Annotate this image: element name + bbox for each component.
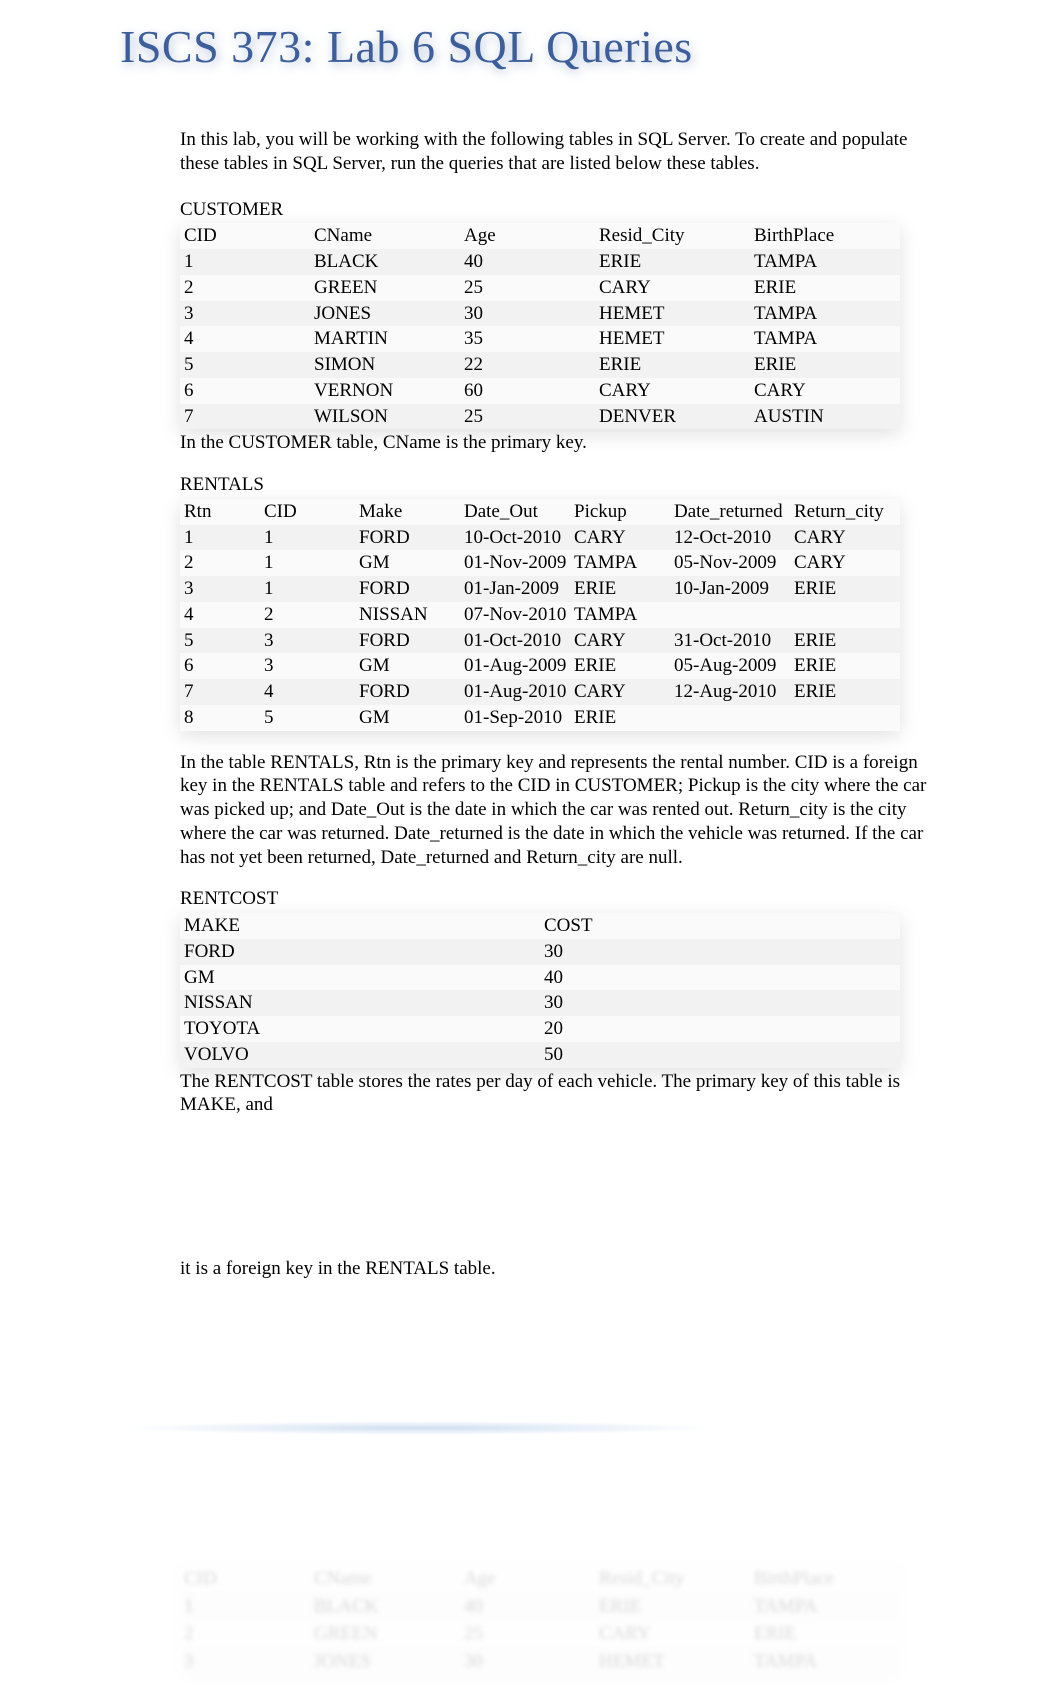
table-row: 2GREEN25CARYERIE	[180, 275, 900, 301]
table-row: FORD30	[180, 939, 900, 965]
table-row: 3JONES30HEMETTAMPA	[180, 1648, 900, 1676]
table-row: 2GREEN25CARYERIE	[180, 1620, 900, 1648]
rentals-note: In the table RENTALS, Rtn is the primary…	[180, 751, 942, 870]
table-row: GM40	[180, 965, 900, 991]
ghost-section: CID CName Age Resid_City BirthPlace 1BLA…	[180, 1565, 942, 1676]
document-page: ISCS 373: Lab 6 SQL Queries In this lab,…	[0, 0, 1062, 1676]
table-row: 53FORD01-Oct-2010CARY31-Oct-2010ERIE	[180, 628, 900, 654]
table-row: 21GM01-Nov-2009TAMPA05-Nov-2009CARY	[180, 550, 900, 576]
col-header: MAKE	[180, 913, 540, 939]
table-header-row: MAKE COST	[180, 913, 900, 939]
table-header-row: Rtn CID Make Date_Out Pickup Date_return…	[180, 499, 900, 525]
col-header: BirthPlace	[750, 1565, 900, 1593]
table-row: 1BLACK40ERIETAMPA	[180, 1593, 900, 1621]
table-row: 63GM01-Aug-2009ERIE05-Aug-2009ERIE	[180, 653, 900, 679]
section-divider-shadow	[120, 1421, 720, 1435]
intro-paragraph: In this lab, you will be working with th…	[180, 128, 942, 176]
col-header: Resid_City	[595, 1565, 750, 1593]
rentals-table: Rtn CID Make Date_Out Pickup Date_return…	[180, 499, 900, 731]
col-header: BirthPlace	[750, 223, 900, 249]
table-row: 1BLACK40ERIETAMPA	[180, 249, 900, 275]
table-row: 5SIMON22ERIEERIE	[180, 352, 900, 378]
document-body: In this lab, you will be working with th…	[180, 128, 942, 1281]
customer-note: In the CUSTOMER table, CName is the prim…	[180, 431, 942, 455]
rentals-label: RENTALS	[180, 473, 942, 497]
rentcost-label: RENTCOST	[180, 887, 942, 911]
table-header-row: CID CName Age Resid_City BirthPlace	[180, 1565, 900, 1593]
table-row: 6VERNON60CARYCARY	[180, 378, 900, 404]
customer-table: CID CName Age Resid_City BirthPlace 1BLA…	[180, 223, 900, 429]
col-header: Pickup	[570, 499, 670, 525]
table-row: VOLVO50	[180, 1042, 900, 1068]
customer-label: CUSTOMER	[180, 198, 942, 222]
col-header: CName	[310, 223, 460, 249]
col-header: CID	[180, 223, 310, 249]
table-row: 7WILSON25DENVERAUSTIN	[180, 404, 900, 430]
table-row: 31FORD01-Jan-2009ERIE10-Jan-2009ERIE	[180, 576, 900, 602]
col-header: Return_city	[790, 499, 900, 525]
col-header: CID	[180, 1565, 310, 1593]
rentcost-note-2: it is a foreign key in the RENTALS table…	[180, 1257, 942, 1281]
table-header-row: CID CName Age Resid_City BirthPlace	[180, 223, 900, 249]
col-header: Age	[460, 223, 595, 249]
table-row: 74FORD01-Aug-2010CARY12-Aug-2010ERIE	[180, 679, 900, 705]
table-row: TOYOTA20	[180, 1016, 900, 1042]
col-header: Date_returned	[670, 499, 790, 525]
table-row: 85GM01-Sep-2010ERIE	[180, 705, 900, 731]
col-header: COST	[540, 913, 900, 939]
col-header: Date_Out	[460, 499, 570, 525]
rentcost-note-1: The RENTCOST table stores the rates per …	[180, 1070, 942, 1118]
table-row: 3JONES30HEMETTAMPA	[180, 301, 900, 327]
col-header: Make	[355, 499, 460, 525]
table-row: 11FORD10-Oct-2010CARY12-Oct-2010CARY	[180, 525, 900, 551]
ghost-table: CID CName Age Resid_City BirthPlace 1BLA…	[180, 1565, 900, 1676]
table-row: NISSAN30	[180, 990, 900, 1016]
col-header: Rtn	[180, 499, 260, 525]
table-row: 4MARTIN35HEMETTAMPA	[180, 326, 900, 352]
col-header: Resid_City	[595, 223, 750, 249]
page-title: ISCS 373: Lab 6 SQL Queries	[120, 20, 1062, 73]
col-header: Age	[460, 1565, 595, 1593]
col-header: CID	[260, 499, 355, 525]
table-row: 42NISSAN07-Nov-2010TAMPA	[180, 602, 900, 628]
col-header: CName	[310, 1565, 460, 1593]
rentcost-table: MAKE COST FORD30 GM40 NISSAN30 TOYOTA20 …	[180, 913, 900, 1068]
